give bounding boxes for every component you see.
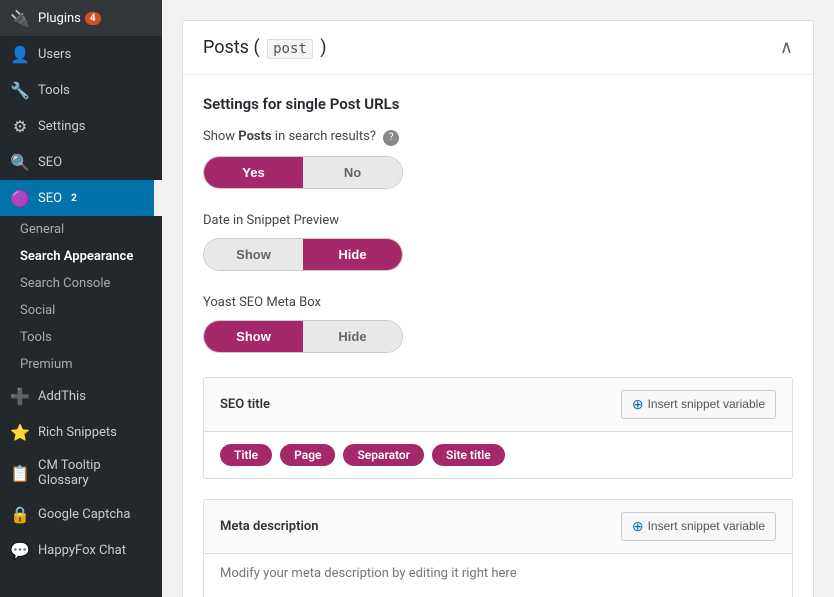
sidebar-item-happyfox[interactable]: 💬 HappyFox Chat: [0, 532, 162, 568]
users-icon: 👤: [10, 44, 30, 64]
seo-top-icon: 🔍: [10, 152, 30, 172]
panel-body: Settings for single Post URLs Show Posts…: [183, 75, 813, 597]
submenu-item-general[interactable]: General: [0, 216, 162, 243]
sidebar-item-seo-active[interactable]: 🟣 SEO 2: [0, 180, 162, 216]
meta-hide-button[interactable]: Hide: [303, 321, 402, 352]
show-posts-label: Show Posts in search results? ?: [203, 129, 793, 146]
date-snippet-toggle: Show Hide: [203, 238, 403, 271]
rich-snippets-icon: ⭐: [10, 422, 30, 442]
panel-title-paren-open: (: [253, 37, 264, 58]
show-posts-field: Show Posts in search results? ? Yes No: [203, 129, 793, 189]
date-snippet-field: Date in Snippet Preview Show Hide: [203, 213, 793, 271]
sidebar-item-label: Google Captcha: [38, 507, 130, 522]
sidebar-item-rich-snippets[interactable]: ⭐ Rich Snippets: [0, 414, 162, 450]
plus-icon: ⊕: [632, 396, 644, 413]
seo-active-icon: 🟣: [10, 188, 30, 208]
main-content: Posts ( post ) ∧ Settings for single Pos…: [162, 0, 834, 597]
meta-box-toggle: Show Hide: [203, 320, 403, 353]
sidebar-item-google-captcha[interactable]: 🔒 Google Captcha: [0, 496, 162, 532]
sidebar-item-label: CM Tooltip Glossary: [38, 458, 152, 488]
date-snippet-label: Date in Snippet Preview: [203, 213, 793, 228]
sidebar-item-tools[interactable]: 🔧 Tools: [0, 72, 162, 108]
sidebar-item-label: SEO: [38, 155, 62, 170]
sidebar-item-settings[interactable]: ⚙ Settings: [0, 108, 162, 144]
date-hide-button[interactable]: Hide: [303, 239, 402, 270]
meta-show-button[interactable]: Show: [204, 321, 303, 352]
sidebar-item-label: Settings: [38, 119, 85, 134]
panel-title-paren-close: ): [320, 37, 326, 58]
plugins-icon: 🔌: [10, 8, 30, 28]
panel-header: Posts ( post ) ∧: [183, 21, 813, 75]
submenu-item-social[interactable]: Social: [0, 297, 162, 324]
sidebar-item-plugins[interactable]: 🔌 Plugins 4: [0, 0, 162, 36]
seo-badge: 2: [66, 192, 82, 205]
seo-tag-separator[interactable]: Separator: [343, 444, 424, 466]
submenu-item-search-console[interactable]: Search Console: [0, 270, 162, 297]
google-captcha-icon: 🔒: [10, 504, 30, 524]
sidebar-item-users[interactable]: 👤 Users: [0, 36, 162, 72]
sidebar-item-label: AddThis: [38, 389, 86, 404]
seo-title-tags: Title Page Separator Site title: [204, 432, 792, 478]
meta-box-field: Yoast SEO Meta Box Show Hide: [203, 295, 793, 353]
seo-title-insert-label: Insert snippet variable: [648, 397, 765, 411]
section-title: Settings for single Post URLs: [203, 95, 793, 113]
seo-tag-site-title[interactable]: Site title: [432, 444, 505, 466]
sidebar-item-seo-top[interactable]: 🔍 SEO: [0, 144, 162, 180]
sidebar-item-cm-tooltip[interactable]: 📋 CM Tooltip Glossary: [0, 450, 162, 496]
sidebar: 🔌 Plugins 4 👤 Users 🔧 Tools ⚙ Settings 🔍…: [0, 0, 162, 597]
sidebar-item-label: Plugins: [38, 11, 81, 26]
addthis-icon: ➕: [10, 386, 30, 406]
sidebar-item-label: HappyFox Chat: [38, 543, 126, 558]
meta-description-section: Meta description ⊕ Insert snippet variab…: [203, 499, 793, 597]
submenu-item-search-appearance[interactable]: Search Appearance: [0, 243, 162, 270]
submenu-item-tools[interactable]: Tools: [0, 324, 162, 351]
panel-title-code: post: [267, 39, 313, 59]
date-show-button[interactable]: Show: [204, 239, 303, 270]
seo-title-label: SEO title: [220, 397, 270, 412]
panel-title-prefix: Posts: [203, 37, 249, 58]
seo-title-insert-snippet-button[interactable]: ⊕ Insert snippet variable: [621, 390, 776, 419]
sidebar-item-addthis[interactable]: ➕ AddThis: [0, 378, 162, 414]
seo-tag-page[interactable]: Page: [280, 444, 335, 466]
sidebar-item-label: SEO: [38, 191, 62, 206]
sidebar-arrow: [154, 180, 162, 216]
meta-desc-label: Meta description: [220, 519, 318, 534]
toggle-yes-button[interactable]: Yes: [204, 157, 303, 188]
submenu-item-premium[interactable]: Premium: [0, 351, 162, 378]
help-icon[interactable]: ?: [383, 130, 399, 146]
seo-tag-title[interactable]: Title: [220, 444, 272, 466]
meta-plus-icon: ⊕: [632, 518, 644, 535]
show-posts-bold: Posts: [238, 129, 271, 144]
seo-title-header: SEO title ⊕ Insert snippet variable: [204, 378, 792, 432]
collapse-button[interactable]: ∧: [780, 37, 793, 58]
meta-box-label: Yoast SEO Meta Box: [203, 295, 793, 310]
meta-desc-insert-label: Insert snippet variable: [648, 519, 765, 533]
panel-title: Posts ( post ): [203, 37, 327, 58]
meta-description-textarea[interactable]: [204, 554, 792, 597]
content-panel: Posts ( post ) ∧ Settings for single Pos…: [182, 20, 814, 597]
seo-title-section: SEO title ⊕ Insert snippet variable Titl…: [203, 377, 793, 479]
meta-desc-insert-snippet-button[interactable]: ⊕ Insert snippet variable: [621, 512, 776, 541]
toggle-no-button[interactable]: No: [303, 157, 402, 188]
plugins-badge: 4: [85, 12, 101, 25]
cm-tooltip-icon: 📋: [10, 463, 30, 483]
show-posts-toggle: Yes No: [203, 156, 403, 189]
sidebar-item-label: Tools: [38, 83, 70, 98]
settings-icon: ⚙: [10, 116, 30, 136]
sidebar-item-label: Users: [38, 47, 71, 62]
sidebar-item-label: Rich Snippets: [38, 425, 117, 440]
tools-icon: 🔧: [10, 80, 30, 100]
happyfox-icon: 💬: [10, 540, 30, 560]
meta-desc-header: Meta description ⊕ Insert snippet variab…: [204, 500, 792, 554]
